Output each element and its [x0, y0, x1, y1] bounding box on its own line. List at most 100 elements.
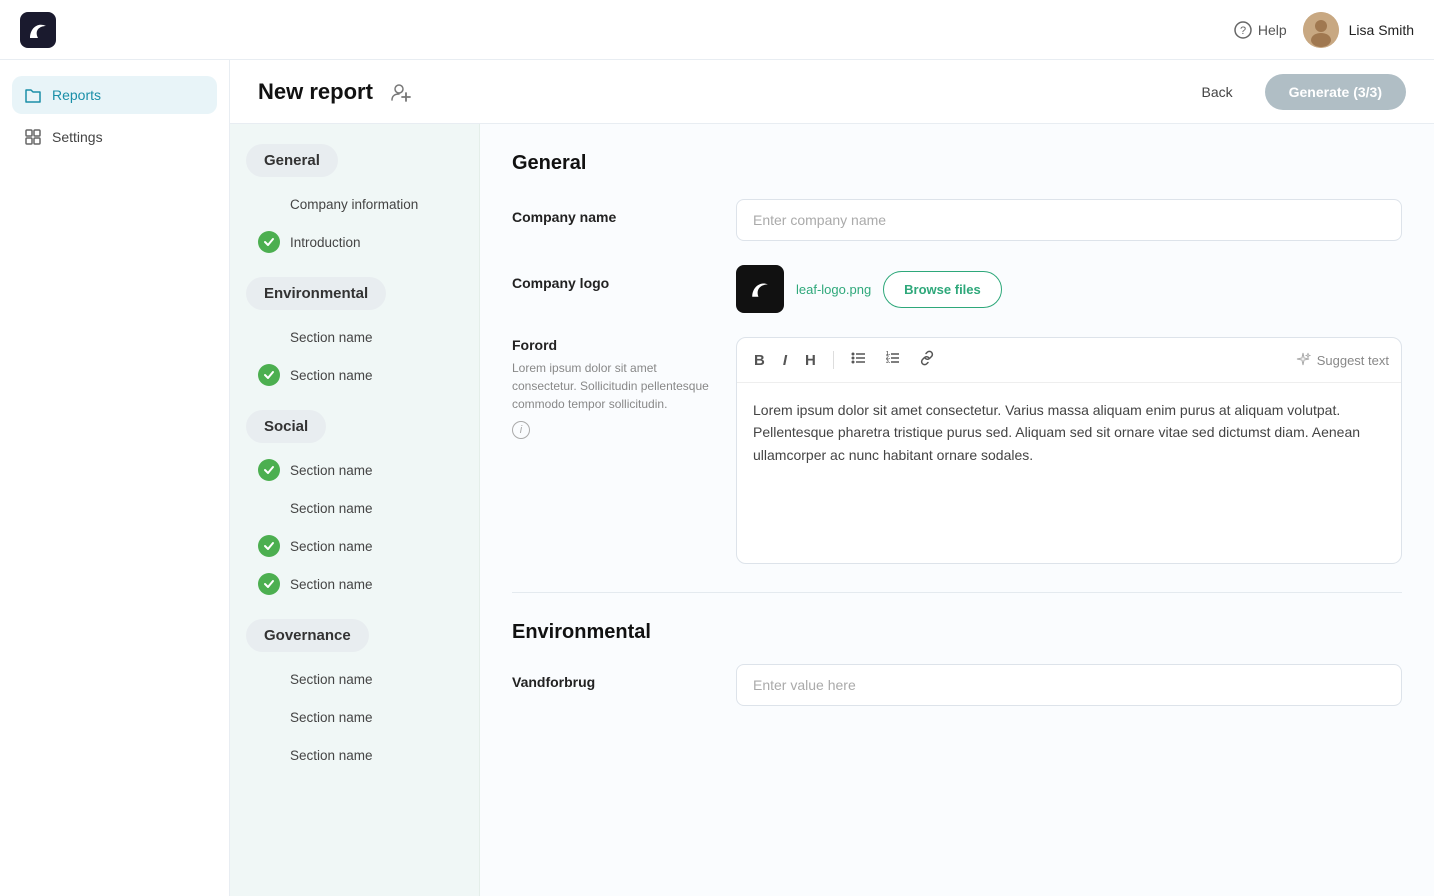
sparkle-icon	[1295, 352, 1311, 368]
help-button[interactable]: ? Help	[1234, 21, 1287, 39]
forord-label: Forord	[512, 337, 712, 353]
vandforbrug-input[interactable]	[736, 664, 1402, 706]
body-area: General Company information Introduction	[230, 124, 1434, 896]
add-collaborator-button[interactable]	[385, 76, 417, 108]
list-item[interactable]: Introduction	[246, 223, 463, 261]
unchecked-placeholder	[258, 497, 280, 519]
sidebar-item-reports[interactable]: Reports	[12, 76, 217, 114]
company-logo-control: leaf-logo.png Browse files	[736, 265, 1402, 313]
page-header: New report Back Generate (3/3)	[230, 60, 1434, 124]
italic-button[interactable]: I	[778, 350, 792, 371]
back-button[interactable]: Back	[1182, 76, 1253, 108]
left-nav-panel: General Company information Introduction	[230, 124, 480, 896]
forord-left: Forord Lorem ipsum dolor sit amet consec…	[512, 337, 712, 564]
list-item[interactable]: Section name	[246, 527, 463, 565]
ul-icon	[851, 350, 867, 366]
nav-section-general-header[interactable]: General	[246, 144, 338, 177]
forord-description: Lorem ipsum dolor sit amet consectetur. …	[512, 359, 712, 413]
editor-wrapper: B I H	[736, 337, 1402, 564]
right-form-panel: General Company name Company logo	[480, 124, 1434, 896]
page-title: New report	[258, 76, 417, 108]
app-logo	[20, 12, 56, 48]
add-person-icon	[390, 81, 412, 103]
forord-editor: B I H	[736, 337, 1402, 564]
ol-icon: 1. 2. 3.	[885, 350, 901, 366]
nav-section-governance: Governance Section name Section name Sec…	[246, 619, 463, 774]
help-label: Help	[1258, 22, 1287, 38]
sidebar-reports-label: Reports	[52, 87, 101, 103]
suggest-text-button[interactable]: Suggest text	[1295, 352, 1389, 368]
company-name-input[interactable]	[736, 199, 1402, 241]
grid-icon	[24, 128, 42, 146]
company-name-control	[736, 199, 1402, 241]
topbar-left	[20, 12, 56, 48]
logo-row: leaf-logo.png Browse files	[736, 265, 1402, 313]
general-section-title: General	[512, 152, 1402, 175]
company-logo-row: Company logo leaf-logo.png Browse files	[512, 265, 1402, 313]
check-icon	[258, 364, 280, 386]
folder-icon	[24, 86, 42, 104]
nav-section-environmental-header[interactable]: Environmental	[246, 277, 386, 310]
unchecked-placeholder	[258, 744, 280, 766]
editor-content[interactable]: Lorem ipsum dolor sit amet consectetur. …	[737, 383, 1401, 563]
suggest-label: Suggest text	[1317, 353, 1389, 368]
nav-section-social-header[interactable]: Social	[246, 410, 326, 443]
svg-text:?: ?	[1240, 25, 1246, 37]
unchecked-placeholder	[258, 193, 280, 215]
main-layout: Reports Settings New report	[0, 60, 1434, 896]
logo-preview	[736, 265, 784, 313]
generate-button[interactable]: Generate (3/3)	[1265, 74, 1406, 110]
sidebar-item-settings[interactable]: Settings	[12, 118, 217, 156]
help-icon: ?	[1234, 21, 1252, 39]
unchecked-placeholder	[258, 326, 280, 348]
list-item[interactable]: Section name	[246, 698, 463, 736]
editor-toolbar: B I H	[737, 338, 1401, 383]
environmental-section-title: Environmental	[512, 621, 1402, 644]
check-icon	[258, 231, 280, 253]
topbar-right: ? Help Lisa Smith	[1234, 12, 1414, 48]
list-item[interactable]: Company information	[246, 185, 463, 223]
forord-section: Forord Lorem ipsum dolor sit amet consec…	[512, 337, 1402, 564]
sidebar: Reports Settings	[0, 60, 230, 896]
list-item[interactable]: Section name	[246, 489, 463, 527]
logo-image	[746, 275, 774, 303]
svg-text:3.: 3.	[886, 359, 891, 365]
user-menu[interactable]: Lisa Smith	[1303, 12, 1414, 48]
topbar: ? Help Lisa Smith	[0, 0, 1434, 60]
ordered-list-button[interactable]: 1. 2. 3.	[880, 348, 906, 372]
nav-section-social: Social Section name Section name	[246, 410, 463, 603]
list-item[interactable]: Section name	[246, 565, 463, 603]
nav-section-governance-header[interactable]: Governance	[246, 619, 369, 652]
username-label: Lisa Smith	[1349, 22, 1414, 38]
vandforbrug-control	[736, 664, 1402, 706]
sidebar-settings-label: Settings	[52, 129, 103, 145]
list-item[interactable]: Section name	[246, 451, 463, 489]
check-icon	[258, 459, 280, 481]
bold-button[interactable]: B	[749, 350, 770, 371]
section-divider	[512, 592, 1402, 593]
toolbar-separator	[833, 351, 834, 369]
company-name-row: Company name	[512, 199, 1402, 241]
info-icon[interactable]: i	[512, 421, 530, 439]
vandforbrug-label: Vandforbrug	[512, 664, 712, 690]
heading-button[interactable]: H	[800, 350, 821, 371]
company-logo-label: Company logo	[512, 265, 712, 291]
browse-files-button[interactable]: Browse files	[883, 271, 1002, 308]
check-icon	[258, 573, 280, 595]
nav-section-environmental: Environmental Section name Section name	[246, 277, 463, 394]
logo-filename-link[interactable]: leaf-logo.png	[796, 282, 871, 297]
check-icon	[258, 535, 280, 557]
company-name-label: Company name	[512, 199, 712, 225]
unchecked-placeholder	[258, 668, 280, 690]
link-button[interactable]	[914, 348, 940, 372]
header-actions: Back Generate (3/3)	[1182, 74, 1407, 110]
unchecked-placeholder	[258, 706, 280, 728]
avatar	[1303, 12, 1339, 48]
list-item[interactable]: Section name	[246, 660, 463, 698]
list-item[interactable]: Section name	[246, 736, 463, 774]
unordered-list-button[interactable]	[846, 348, 872, 372]
link-icon	[919, 350, 935, 366]
page-content: New report Back Generate (3/3)	[230, 60, 1434, 896]
list-item[interactable]: Section name	[246, 318, 463, 356]
list-item[interactable]: Section name	[246, 356, 463, 394]
